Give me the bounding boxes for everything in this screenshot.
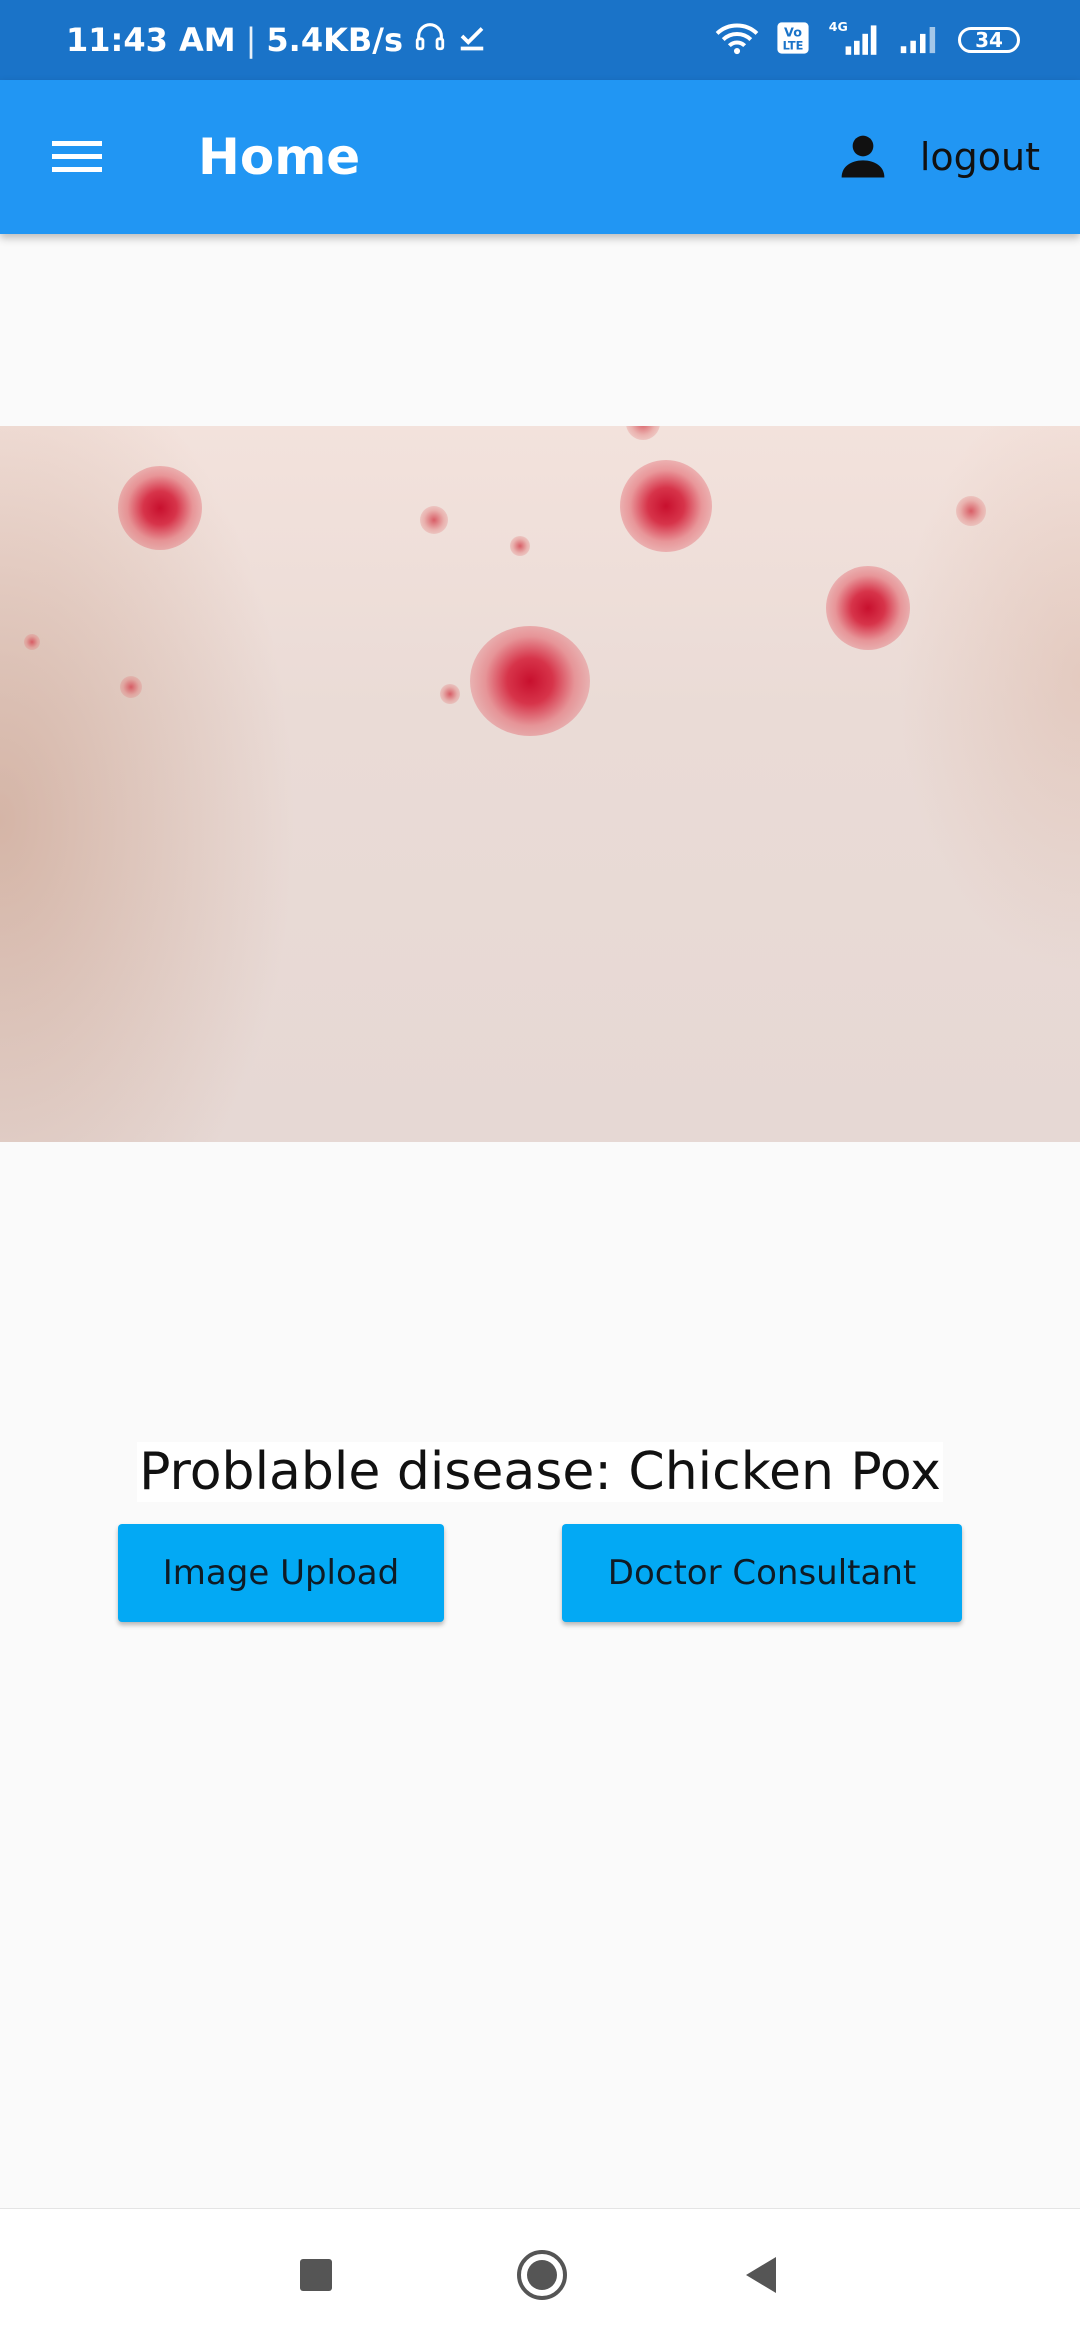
signal-icon: [898, 21, 942, 60]
rash-spot: [826, 566, 910, 650]
network-speed: 5.4KB/s: [266, 21, 403, 59]
wifi-icon: [714, 21, 760, 60]
svg-text:4G: 4G: [829, 19, 848, 34]
probable-disease-text: Problable disease: Chicken Pox: [137, 1442, 943, 1502]
rash-spot: [420, 506, 448, 534]
hamburger-icon: [52, 141, 102, 172]
home-icon[interactable]: [516, 2249, 568, 2301]
rash-spot: [626, 426, 660, 440]
app-bar: Home logout: [0, 80, 1080, 234]
person-icon: [836, 128, 890, 187]
headset-icon: [413, 19, 447, 61]
rash-spot: [470, 626, 590, 736]
rash-spot: [24, 634, 40, 650]
image-upload-button[interactable]: Image Upload: [118, 1524, 444, 1622]
rash-spot: [440, 684, 460, 704]
rash-spot: [620, 460, 712, 552]
volte-icon: Vo LTE: [776, 21, 810, 60]
status-separator: |: [245, 21, 257, 59]
status-left: 11:43 AM | 5.4KB/s: [66, 0, 487, 80]
navigation-bar: [0, 2208, 1080, 2341]
status-right: Vo LTE 4G 34: [714, 0, 1020, 80]
menu-button[interactable]: [40, 120, 114, 194]
recent-apps-icon[interactable]: [300, 2259, 332, 2291]
rash-spot: [956, 496, 986, 526]
rash-spot: [120, 676, 142, 698]
skin-rash-photo: [0, 426, 1080, 1142]
check-download-icon: [457, 21, 487, 59]
rash-spot: [118, 466, 202, 550]
signal-4g-icon: 4G: [826, 18, 882, 63]
logout-label: logout: [919, 135, 1040, 179]
page-title: Home: [198, 128, 361, 186]
rash-spot: [510, 536, 530, 556]
clock: 11:43 AM: [66, 21, 236, 59]
result-text-row: Problable disease: Chicken Pox: [0, 1442, 1080, 1502]
svg-text:LTE: LTE: [783, 38, 804, 52]
battery-icon: 34: [958, 27, 1020, 53]
logout-button[interactable]: logout: [836, 110, 1040, 204]
back-icon[interactable]: [742, 2255, 778, 2295]
status-bar: 11:43 AM | 5.4KB/s Vo LTE 4G 34: [0, 0, 1080, 80]
doctor-consultant-button[interactable]: Doctor Consultant: [562, 1524, 962, 1622]
